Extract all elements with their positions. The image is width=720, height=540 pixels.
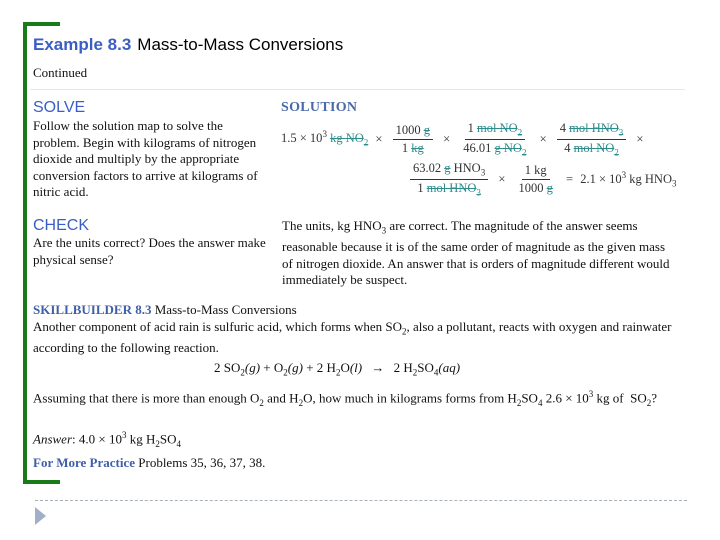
dashed-divider <box>35 500 687 501</box>
bracket-bottom <box>23 480 60 484</box>
result-value: 2.1 × 103 kg HNO3 <box>580 169 677 189</box>
conversion-factor: 1 mol NO2 46.01 g NO2 <box>463 121 527 157</box>
check-answer: The units, kg HNO3 are correct. The magn… <box>282 218 670 288</box>
answer-label: Answer <box>33 431 72 447</box>
check-heading: CHECK <box>33 217 90 234</box>
skillbuilder-answer: Answer: 4.0 × 103 kg H2SO4 <box>33 430 181 449</box>
divider <box>30 89 685 90</box>
play-triangle-icon[interactable] <box>35 507 46 525</box>
chemical-equation: 2 SO2(g) + O2(g) + 2 H2O(l) → 2 H2SO4(aq… <box>214 360 461 378</box>
check-question: Are the units correct? Does the answer m… <box>33 235 266 267</box>
solve-text: Follow the solution map to solve the pro… <box>33 118 258 199</box>
page-title: Example 8.3 Mass-to-Mass Conversions <box>33 35 343 55</box>
solve-heading: SOLVE <box>33 99 86 116</box>
conversion-factor: 1000 g1 kg <box>392 123 433 156</box>
more-practice-label: For More Practice <box>33 455 136 470</box>
conversion-factor: 1 kg 1000 g <box>518 162 553 195</box>
conversion-factor: 4 mol HNO3 4 mol NO2 <box>556 121 627 157</box>
skillbuilder-label: SKILLBUILDER 8.3 <box>33 302 152 317</box>
skillbuilder-question: Assuming that there is more than enough … <box>33 389 658 408</box>
example-title: Mass-to-Mass Conversions <box>137 35 344 54</box>
example-number: Example 8.3 <box>33 35 132 54</box>
continued-label: Continued <box>33 65 88 80</box>
bracket-top <box>23 22 60 26</box>
solution-heading: SOLUTION <box>281 100 358 115</box>
bracket-left <box>23 22 27 484</box>
solution-equation-line-2: 63.02 g HNO3 1 mol HNO3 × 1 kg 1000 g = 2.… <box>407 161 677 197</box>
more-practice: For More Practice Problems 35, 36, 37, 3… <box>33 455 266 470</box>
conversion-factor: 63.02 g HNO3 1 mol HNO3 <box>410 161 489 197</box>
skillbuilder-text: SKILLBUILDER 8.3 Mass-to-Mass Conversion… <box>33 302 672 355</box>
solution-equation-line-1: 1.5 × 103 kg NO2 × 1000 g1 kg × 1 mol NO… <box>281 121 644 157</box>
reaction-arrow: → <box>371 360 385 375</box>
start-quantity: 1.5 × 103 kg NO2 <box>281 128 369 148</box>
